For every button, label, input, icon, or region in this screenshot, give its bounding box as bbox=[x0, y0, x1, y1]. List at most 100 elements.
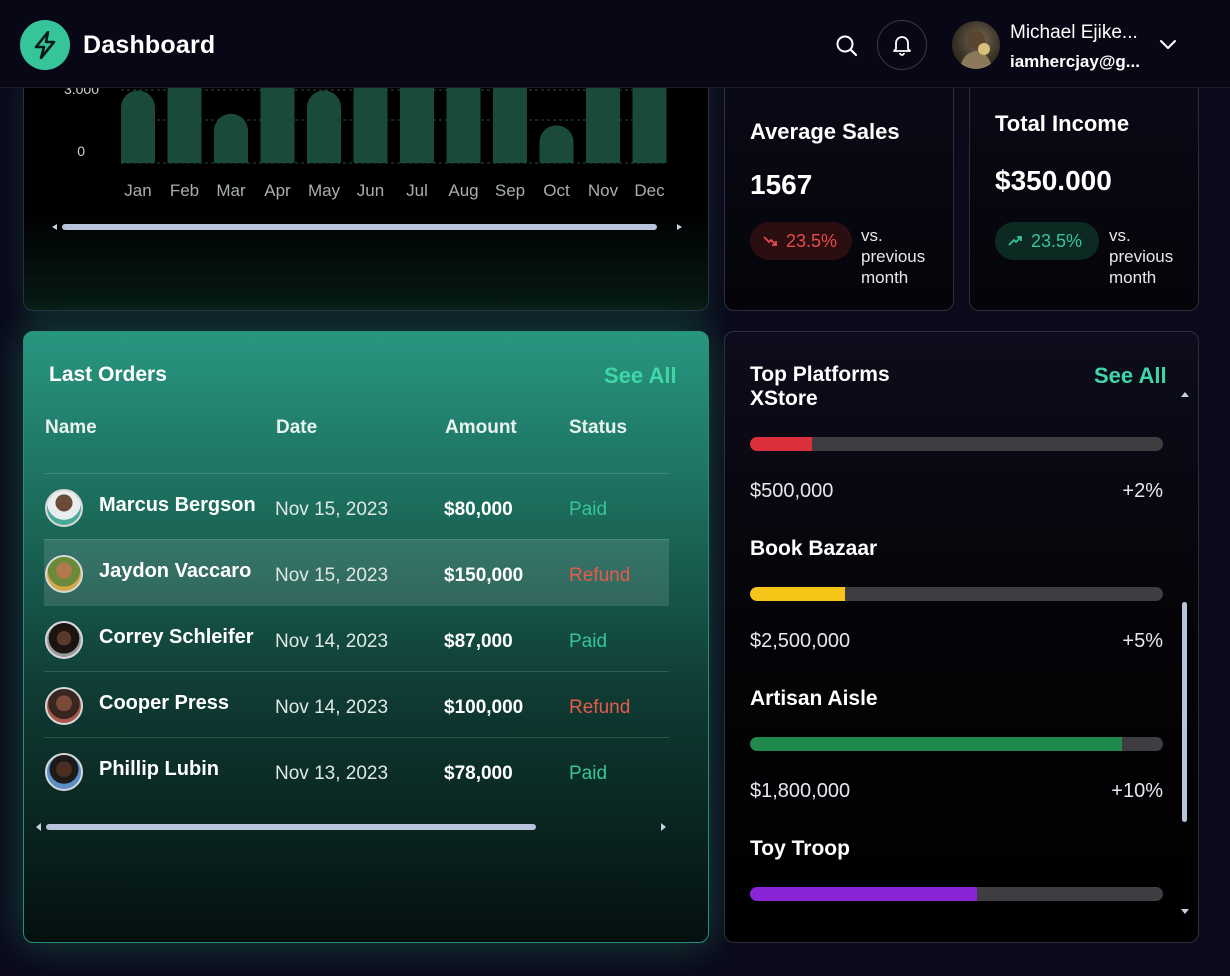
vs-line: previous bbox=[861, 247, 926, 266]
vs-line: month bbox=[861, 268, 909, 287]
scroll-left-arrow-icon bbox=[52, 224, 57, 230]
order-date: Nov 15, 2023 bbox=[275, 565, 389, 586]
total-income-change-value: 23.5% bbox=[1031, 230, 1083, 251]
chart-bar bbox=[214, 113, 248, 163]
avatar bbox=[45, 687, 83, 725]
platform-name: Artisan Aisle bbox=[750, 687, 878, 710]
user-avatar[interactable] bbox=[952, 21, 1000, 69]
trend-down-icon bbox=[763, 236, 777, 246]
platform-amount: $500,000 bbox=[750, 480, 834, 502]
x-tick-label: Apr bbox=[264, 181, 291, 200]
x-tick-label: Dec bbox=[634, 181, 665, 200]
top-platforms-title: Top Platforms XStore bbox=[750, 363, 890, 411]
table-row[interactable]: Cooper Press Nov 14, 2023 $100,000 Refun… bbox=[44, 671, 669, 737]
x-tick-label: Feb bbox=[170, 181, 199, 200]
average-sales-change-value: 23.5% bbox=[786, 230, 838, 251]
order-amount: $78,000 bbox=[444, 763, 513, 784]
platform-name: Toy Troop bbox=[750, 837, 850, 860]
order-status: Paid bbox=[569, 631, 608, 652]
table-row[interactable]: Phillip Lubin Nov 13, 2023 $78,000 Paid bbox=[44, 737, 669, 803]
order-amount: $150,000 bbox=[444, 565, 524, 586]
scroll-up-arrow-icon[interactable] bbox=[1181, 392, 1189, 397]
vs-line: previous bbox=[1109, 247, 1174, 266]
notifications-button[interactable] bbox=[877, 20, 927, 70]
scroll-left-arrow-icon[interactable] bbox=[36, 823, 41, 831]
platform-progress-bar bbox=[750, 737, 1163, 751]
scrollbar-thumb[interactable] bbox=[46, 824, 536, 830]
order-amount: $87,000 bbox=[444, 631, 513, 652]
x-tick-label: Sep bbox=[495, 181, 525, 200]
app-logo[interactable] bbox=[20, 20, 70, 70]
order-status: Paid bbox=[569, 499, 608, 520]
user-email[interactable]: iamhercjay@g... bbox=[1010, 52, 1140, 72]
column-header-status[interactable]: Status bbox=[569, 417, 627, 439]
trend-up-icon bbox=[1008, 236, 1022, 246]
platform-progress-bar bbox=[750, 437, 1163, 451]
total-income-card: Total Income $350.000 23.5% vs. previous… bbox=[969, 60, 1199, 311]
top-platforms-heading: Top Platforms bbox=[750, 363, 890, 386]
sales-chart-card: 3.000 0 Jan Feb Mar Apr May Jun Jul Aug Sep Oct Nov D… bbox=[23, 60, 709, 311]
x-tick-label: May bbox=[308, 181, 341, 200]
average-sales-title: Average Sales bbox=[750, 119, 900, 144]
x-tick-label: Aug bbox=[448, 181, 478, 200]
platform-name: Book Bazaar bbox=[750, 537, 878, 560]
progress-fill bbox=[750, 737, 1122, 751]
bell-icon bbox=[893, 36, 911, 56]
chevron-down-icon[interactable] bbox=[1157, 33, 1179, 55]
order-status: Paid bbox=[569, 763, 608, 784]
avatar-image bbox=[960, 31, 992, 69]
chart-bar bbox=[121, 90, 155, 163]
platforms-see-all-link[interactable]: See All bbox=[1094, 363, 1167, 389]
order-date: Nov 14, 2023 bbox=[275, 697, 389, 718]
progress-fill bbox=[750, 887, 978, 901]
y-tick-label: 0 bbox=[77, 143, 85, 159]
scroll-down-arrow-icon[interactable] bbox=[1181, 909, 1189, 914]
order-status: Refund bbox=[569, 565, 631, 586]
x-tick-label: Oct bbox=[543, 181, 570, 200]
platform-progress-bar bbox=[750, 587, 1163, 601]
column-header-amount[interactable]: Amount bbox=[445, 417, 517, 439]
table-row[interactable]: Marcus Bergson Nov 15, 2023 $80,000 Paid bbox=[44, 473, 669, 539]
total-income-change-badge: 23.5% bbox=[995, 222, 1099, 260]
order-date: Nov 14, 2023 bbox=[275, 631, 389, 652]
scrollbar-thumb[interactable] bbox=[1182, 602, 1187, 822]
vs-line: vs. bbox=[1109, 226, 1131, 245]
table-row[interactable]: Jaydon Vaccaro Nov 15, 2023 $150,000 Ref… bbox=[44, 539, 669, 605]
vs-line: vs. bbox=[861, 226, 883, 245]
search-icon[interactable] bbox=[834, 33, 860, 59]
column-header-name[interactable]: Name bbox=[45, 417, 97, 439]
order-amount: $100,000 bbox=[444, 697, 524, 718]
avatar bbox=[45, 621, 83, 659]
x-tick-label: Nov bbox=[588, 181, 619, 200]
order-customer-name: Marcus Bergson bbox=[99, 494, 256, 516]
progress-fill bbox=[750, 587, 845, 601]
scroll-right-arrow-icon[interactable] bbox=[661, 823, 666, 831]
column-header-date[interactable]: Date bbox=[276, 417, 317, 439]
avatar bbox=[45, 489, 83, 527]
order-customer-name: Cooper Press bbox=[99, 692, 230, 714]
orders-see-all-link[interactable]: See All bbox=[604, 363, 677, 389]
order-date: Nov 15, 2023 bbox=[275, 499, 389, 520]
page-title: Dashboard bbox=[83, 31, 216, 59]
avatar bbox=[45, 555, 83, 593]
total-income-title: Total Income bbox=[995, 111, 1130, 136]
average-sales-change-badge: 23.5% bbox=[750, 222, 852, 260]
order-amount: $80,000 bbox=[444, 499, 513, 520]
platform-name: XStore bbox=[750, 387, 818, 410]
platform-change: +5% bbox=[1122, 630, 1163, 652]
total-income-vs-label: vs. previous month bbox=[1109, 225, 1173, 288]
scrollbar-thumb bbox=[62, 224, 657, 230]
platform-amount: $1,800,000 bbox=[750, 780, 851, 802]
order-customer-name: Correy Schleifer bbox=[99, 626, 254, 648]
table-row[interactable]: Correy Schleifer Nov 14, 2023 $87,000 Pa… bbox=[44, 605, 669, 671]
last-orders-card: Last Orders See All Name Date Amount Sta… bbox=[23, 331, 709, 943]
average-sales-card: Average Sales 1567 23.5% vs. previous mo… bbox=[724, 60, 954, 311]
orders-horizontal-scrollbar[interactable] bbox=[34, 823, 674, 831]
scroll-right-arrow-icon bbox=[677, 224, 682, 230]
user-name[interactable]: Michael Ejike... bbox=[1010, 22, 1138, 44]
order-date: Nov 13, 2023 bbox=[275, 763, 389, 784]
x-tick-label: Jan bbox=[124, 181, 151, 200]
platform-change: +2% bbox=[1122, 480, 1163, 502]
x-tick-label: Mar bbox=[216, 181, 246, 200]
x-tick-label: Jul bbox=[406, 181, 428, 200]
